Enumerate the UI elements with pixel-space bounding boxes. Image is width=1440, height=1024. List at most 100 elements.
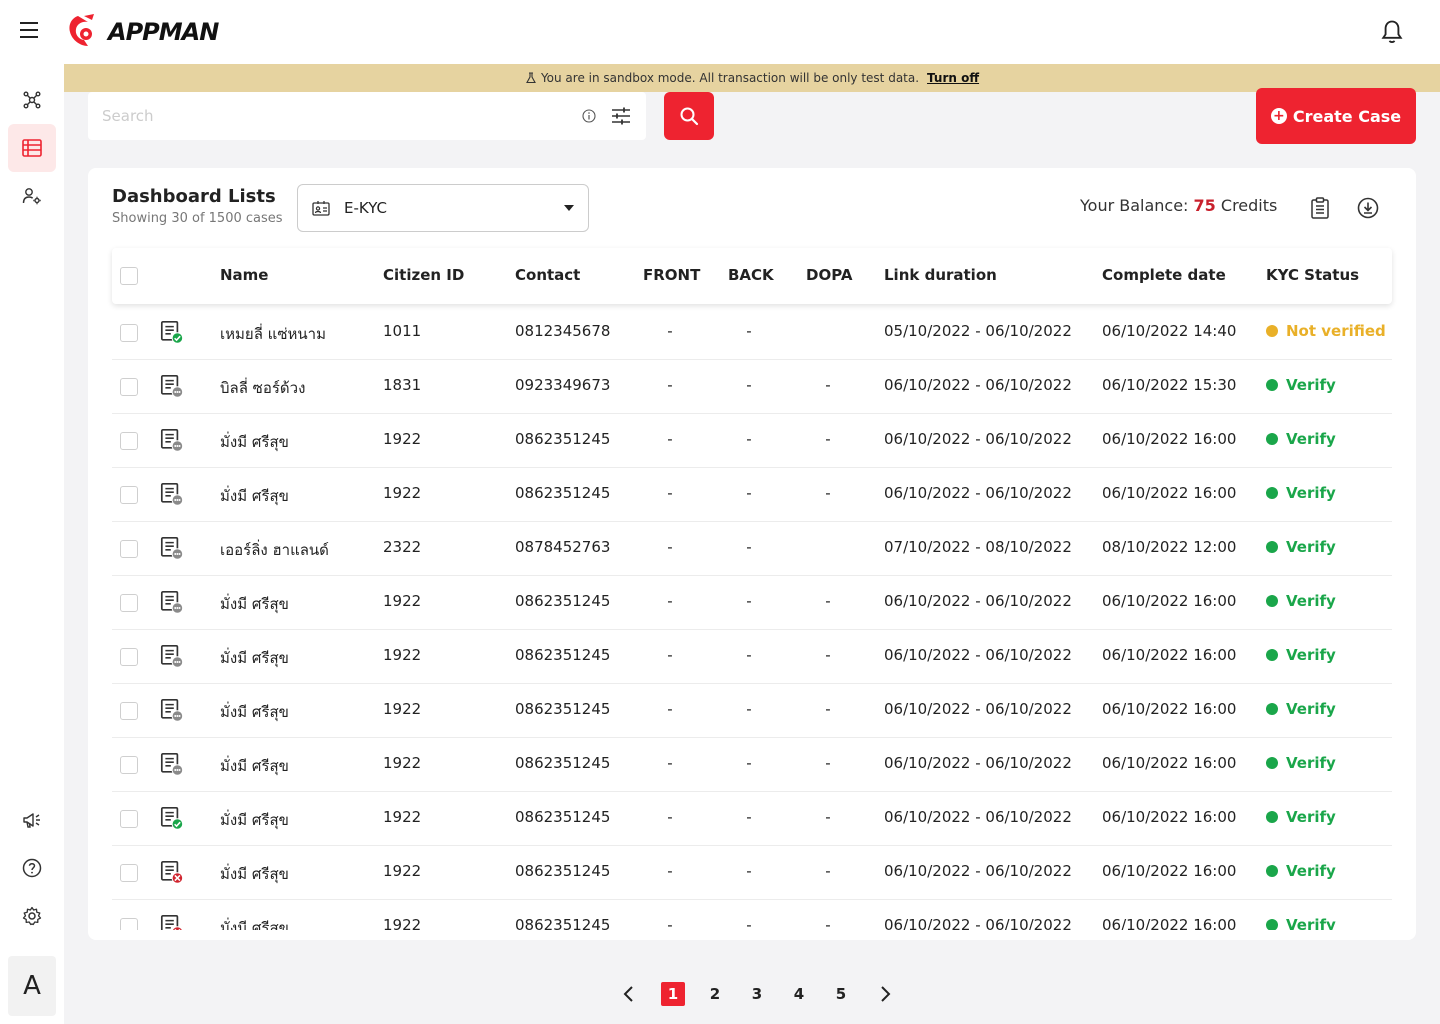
document-error-icon[interactable]	[160, 860, 184, 884]
appman-logo[interactable]: APPMAN	[64, 10, 219, 54]
sidebar-item-user-settings[interactable]	[8, 172, 56, 220]
document-pending-icon[interactable]	[160, 752, 184, 776]
col-link-duration[interactable]: Link duration	[884, 266, 997, 284]
row-checkbox[interactable]	[120, 702, 138, 720]
document-error-icon[interactable]	[160, 914, 184, 930]
list-icon	[22, 139, 42, 157]
search-button[interactable]	[664, 92, 714, 140]
col-complete-date[interactable]: Complete date	[1102, 266, 1226, 284]
col-front[interactable]: FRONT	[643, 266, 700, 284]
sidebar: A	[0, 64, 64, 1024]
cell-back: -	[746, 592, 752, 610]
row-checkbox[interactable]	[120, 324, 138, 342]
row-checkbox[interactable]	[120, 864, 138, 882]
document-pending-icon[interactable]	[160, 644, 184, 668]
cell-front: -	[667, 808, 673, 826]
create-case-button[interactable]: + Create Case	[1256, 88, 1416, 144]
page-3[interactable]: 3	[745, 982, 769, 1006]
table-header: Name Citizen ID Contact FRONT BACK DOPA …	[112, 248, 1392, 304]
table-row[interactable]: มั่งมี ศรีสุข 1922 0862351245 - - - 06/10/2022…	[112, 738, 1392, 792]
cell-contact: 0862351245	[515, 592, 611, 610]
row-checkbox[interactable]	[120, 918, 138, 930]
table-row[interactable]: บิลลี่ ซอร์ด้วง 1831 0923349673 - - - 06/10/20…	[112, 360, 1392, 414]
document-pending-icon[interactable]	[160, 482, 184, 506]
cell-name: มั่งมี ศรีสุข	[220, 865, 289, 883]
table-row[interactable]: มั่งมี ศรีสุข 1922 0862351245 - - - 06/10/2022…	[112, 576, 1392, 630]
col-citizen-id[interactable]: Citizen ID	[383, 266, 464, 284]
col-kyc-status[interactable]: KYC Status	[1266, 266, 1359, 284]
row-checkbox[interactable]	[120, 756, 138, 774]
page-5[interactable]: 5	[829, 982, 853, 1006]
cell-dopa: -	[825, 484, 831, 502]
table-row[interactable]: มั่งมี ศรีสุข 1922 0862351245 - - - 06/10/2022…	[112, 846, 1392, 900]
sidebar-item-network[interactable]	[8, 76, 56, 124]
col-dopa[interactable]: DOPA	[806, 266, 852, 284]
row-checkbox[interactable]	[120, 648, 138, 666]
service-dropdown[interactable]: E-KYC	[297, 184, 589, 232]
table-row[interactable]: มั่งมี ศรีสุข 1922 0862351245 - - - 06/10/2022…	[112, 630, 1392, 684]
row-checkbox[interactable]	[120, 594, 138, 612]
cell-back: -	[746, 808, 752, 826]
select-all-checkbox[interactable]	[120, 267, 138, 285]
table-row[interactable]: เออร์ลิ่ง ฮาแลนด์ 2322 0878452763 - - 07/10/2…	[112, 522, 1392, 576]
table-row[interactable]: มั่งมี ศรีสุข 1922 0862351245 - - - 06/10/2022…	[112, 468, 1392, 522]
status-text: Verify	[1286, 376, 1336, 394]
filter-sliders-icon[interactable]	[610, 105, 632, 127]
turn-off-link[interactable]: Turn off	[927, 71, 979, 85]
row-checkbox[interactable]	[120, 432, 138, 450]
table-row[interactable]: มั่งมี ศรีสุข 1922 0862351245 - - - 06/10/2022…	[112, 414, 1392, 468]
status-text: Verify	[1286, 754, 1336, 772]
row-checkbox[interactable]	[120, 810, 138, 828]
status-badge: Not verified	[1266, 322, 1386, 340]
clipboard-icon[interactable]	[1308, 196, 1332, 220]
cell-name: เหมยลี่ แซ่หนาม	[220, 325, 326, 343]
search-input[interactable]	[102, 104, 562, 128]
cell-name: มั่งมี ศรีสุข	[220, 595, 289, 613]
page-4[interactable]: 4	[787, 982, 811, 1006]
download-icon[interactable]	[1356, 196, 1380, 220]
document-verified-icon[interactable]	[160, 320, 184, 344]
document-pending-icon[interactable]	[160, 536, 184, 560]
balance-label: Your Balance:	[1080, 196, 1189, 215]
document-pending-icon[interactable]	[160, 590, 184, 614]
status-text: Verify	[1286, 430, 1336, 448]
row-checkbox[interactable]	[120, 378, 138, 396]
avatar[interactable]: A	[8, 956, 56, 1016]
page-1[interactable]: 1	[661, 982, 685, 1006]
page-2[interactable]: 2	[703, 982, 727, 1006]
col-name[interactable]: Name	[220, 266, 268, 284]
prev-page-button[interactable]	[616, 982, 640, 1006]
dashboard-card: Dashboard Lists Showing 30 of 1500 cases…	[88, 168, 1416, 940]
cell-back: -	[746, 700, 752, 718]
row-checkbox[interactable]	[120, 486, 138, 504]
table-row[interactable]: เหมยลี่ แซ่หนาม 1011 0812345678 - - 05/10/202…	[112, 306, 1392, 360]
status-dot	[1266, 865, 1278, 877]
cell-complete-date: 06/10/2022 16:00	[1102, 754, 1237, 772]
status-badge: Verify	[1266, 646, 1336, 664]
next-page-button[interactable]	[874, 982, 898, 1006]
caret-down-icon	[564, 205, 574, 211]
status-dot	[1266, 541, 1278, 553]
document-verified-icon[interactable]	[160, 806, 184, 830]
document-pending-icon[interactable]	[160, 374, 184, 398]
document-pending-icon[interactable]	[160, 698, 184, 722]
menu-icon[interactable]	[20, 22, 44, 42]
info-icon[interactable]	[582, 109, 596, 123]
table-row[interactable]: มั่งมี ศรีสุข 1922 0862351245 - - - 06/10/2022…	[112, 792, 1392, 846]
col-contact[interactable]: Contact	[515, 266, 580, 284]
cell-link-duration: 06/10/2022 - 06/10/2022	[884, 592, 1072, 610]
sidebar-item-help[interactable]	[8, 844, 56, 892]
sidebar-item-list[interactable]	[8, 124, 56, 172]
document-pending-icon[interactable]	[160, 428, 184, 452]
cell-dopa: -	[825, 376, 831, 394]
col-back[interactable]: BACK	[728, 266, 774, 284]
table-row[interactable]: มั่งมี ศรีสุข 1922 0862351245 - - - 06/10/2022…	[112, 900, 1392, 930]
row-checkbox[interactable]	[120, 540, 138, 558]
cell-complete-date: 06/10/2022 16:00	[1102, 646, 1237, 664]
cell-name: มั่งมี ศรีสุข	[220, 487, 289, 505]
table-row[interactable]: มั่งมี ศรีสุข 1922 0862351245 - - - 06/10/2022…	[112, 684, 1392, 738]
bell-icon[interactable]	[1378, 18, 1406, 46]
sidebar-item-settings[interactable]	[8, 892, 56, 940]
cell-contact: 0862351245	[515, 700, 611, 718]
sidebar-item-announcements[interactable]	[8, 796, 56, 844]
